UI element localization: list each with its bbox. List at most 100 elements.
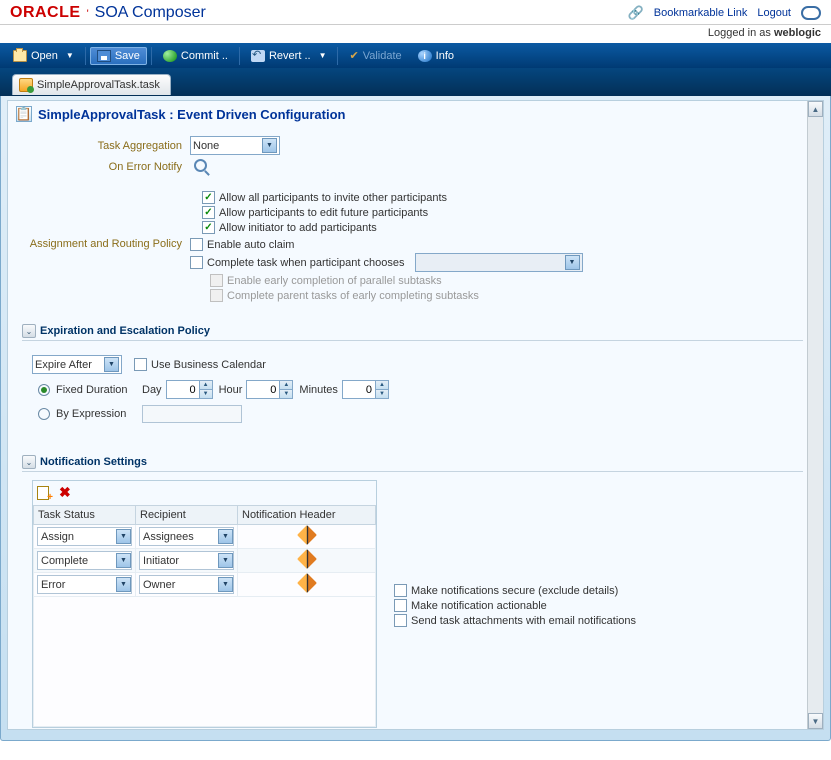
expiration-header[interactable]: ⌄ Expiration and Escalation Policy <box>22 322 803 341</box>
logged-prefix: Logged in as <box>708 27 774 39</box>
scrollbar[interactable]: ▲ ▼ <box>807 101 823 729</box>
edit-pencil-icon[interactable] <box>297 573 317 593</box>
chevron-down-icon: ▼ <box>262 138 277 153</box>
chk-complete-when-label: Complete task when participant chooses <box>207 257 405 269</box>
logout-link[interactable]: Logout <box>757 7 791 19</box>
chk-initiator-add-box[interactable] <box>202 221 215 234</box>
col-recipient: Recipient <box>136 506 238 525</box>
by-expression-input[interactable] <box>142 405 242 423</box>
chevron-down-icon: ▼ <box>116 577 131 592</box>
logged-user: weblogic <box>774 27 821 39</box>
commit-button[interactable]: Commit .. <box>156 47 235 65</box>
recipient-select[interactable]: Initiator▼ <box>139 551 234 570</box>
edit-pencil-icon[interactable] <box>297 525 317 545</box>
scroll-down-icon[interactable]: ▼ <box>808 713 823 729</box>
fixed-duration-radio[interactable] <box>38 384 50 396</box>
task-file-icon <box>19 78 33 92</box>
revert-icon <box>251 50 265 62</box>
spin-up-icon[interactable]: ▲ <box>280 381 292 390</box>
expire-mode-select[interactable]: Expire After ▼ <box>32 355 122 374</box>
minutes-input[interactable] <box>343 381 375 398</box>
bookmarkable-link[interactable]: Bookmarkable Link <box>654 7 748 19</box>
use-bus-cal-box[interactable] <box>134 358 147 371</box>
chevron-down-icon: ▼ <box>116 529 131 544</box>
on-error-search-icon[interactable] <box>194 159 210 175</box>
chevron-down-icon: ▼ <box>116 553 131 568</box>
opt-actionable-box[interactable] <box>394 599 407 612</box>
oracle-logo: ORACLE <box>10 4 81 22</box>
expiration-title: Expiration and Escalation Policy <box>40 325 210 337</box>
chk-edit-future-box[interactable] <box>202 206 215 219</box>
chk-edit-future-label: Allow participants to edit future partic… <box>219 207 428 219</box>
opt-secure-label: Make notifications secure (exclude detai… <box>411 585 618 597</box>
chk-allow-invite-box[interactable] <box>202 191 215 204</box>
notification-body: ✖ Task Status Recipient Notification Hea… <box>22 472 803 635</box>
table-empty-area <box>34 597 376 727</box>
panel-body: Task Aggregation None ▼ On Error Notify … <box>8 126 823 641</box>
file-tab[interactable]: SimpleApprovalTask.task <box>12 74 171 95</box>
task-aggregation-row: Task Aggregation None ▼ <box>22 136 803 155</box>
spin-up-icon[interactable]: ▲ <box>200 381 212 390</box>
main-toolbar: Open▼ Save Commit .. Revert ..▼ ✔Validat… <box>0 43 831 68</box>
status-select[interactable]: Error ▼ <box>37 575 132 594</box>
tab-strip: SimpleApprovalTask.task <box>0 68 831 96</box>
collapse-icon[interactable]: ⌄ <box>22 455 36 469</box>
opt-attachments-label: Send task attachments with email notific… <box>411 615 636 627</box>
scroll-up-icon[interactable]: ▲ <box>808 101 823 117</box>
fixed-duration-row: Fixed Duration Day ▲▼ Hour ▲▼ Minutes ▲▼ <box>38 380 793 399</box>
help-icon[interactable] <box>801 6 821 20</box>
notification-section: ⌄ Notification Settings ✖ Task Status Re… <box>22 453 803 635</box>
complete-when-select[interactable]: ▼ <box>415 253 583 272</box>
recipient-select[interactable]: Assignees▼ <box>139 527 234 546</box>
day-input[interactable] <box>167 381 199 398</box>
status-select[interactable]: Assign▼ <box>37 527 132 546</box>
opt-attachments-box[interactable] <box>394 614 407 627</box>
collapse-icon[interactable]: ⌄ <box>22 324 36 338</box>
chk-auto-claim-box[interactable] <box>190 238 203 251</box>
toolbar-separator <box>239 47 240 65</box>
table-row: Error ▼ Owner▼ <box>34 573 376 597</box>
app-header: ORACLE' SOA Composer 🔗 Bookmarkable Link… <box>0 0 831 25</box>
chk-complete-parent-box <box>210 289 223 302</box>
minutes-spinner[interactable]: ▲▼ <box>342 380 389 399</box>
save-button[interactable]: Save <box>90 47 147 65</box>
edit-pencil-icon[interactable] <box>297 549 317 569</box>
revert-button[interactable]: Revert ..▼ <box>244 47 334 65</box>
chk-edit-future: Allow participants to edit future partic… <box>202 206 803 219</box>
expiration-section: ⌄ Expiration and Escalation Policy Expir… <box>22 322 803 435</box>
chk-initiator-add: Allow initiator to add participants <box>202 221 803 234</box>
hour-input[interactable] <box>247 381 279 398</box>
open-icon <box>13 50 27 62</box>
chk-initiator-add-label: Allow initiator to add participants <box>219 222 377 234</box>
by-expression-label: By Expression <box>56 408 136 420</box>
add-notification-icon[interactable] <box>37 486 51 500</box>
delete-notification-icon[interactable]: ✖ <box>59 486 73 500</box>
open-button[interactable]: Open▼ <box>6 47 81 65</box>
spin-up-icon[interactable]: ▲ <box>376 381 388 390</box>
recipient-select[interactable]: Owner▼ <box>139 575 234 594</box>
spin-down-icon[interactable]: ▼ <box>280 390 292 398</box>
hour-spinner[interactable]: ▲▼ <box>246 380 293 399</box>
validate-button[interactable]: ✔Validate <box>342 46 408 65</box>
app-name: SOA Composer <box>95 4 206 22</box>
spin-down-icon[interactable]: ▼ <box>376 390 388 398</box>
opt-secure-box[interactable] <box>394 584 407 597</box>
header-right: 🔗 Bookmarkable Link Logout <box>628 5 821 21</box>
status-value: Error <box>41 579 65 591</box>
chk-complete-when-box[interactable] <box>190 256 203 269</box>
day-spinner[interactable]: ▲▼ <box>166 380 213 399</box>
by-expression-radio[interactable] <box>38 408 50 420</box>
expiration-body: Expire After ▼ Use Business Calendar Fix… <box>22 341 803 435</box>
spin-down-icon[interactable]: ▼ <box>200 390 212 398</box>
notification-header[interactable]: ⌄ Notification Settings <box>22 453 803 472</box>
expire-mode-value: Expire After <box>35 359 92 371</box>
chevron-down-icon: ▼ <box>218 577 233 592</box>
toolbar-separator <box>337 47 338 65</box>
info-button[interactable]: iInfo <box>411 47 461 65</box>
commit-label: Commit .. <box>181 50 228 62</box>
chevron-down-icon: ▼ <box>104 357 119 372</box>
status-select[interactable]: Complete▼ <box>37 551 132 570</box>
task-config-icon: 📋 <box>16 106 32 122</box>
task-aggregation-select[interactable]: None ▼ <box>190 136 280 155</box>
task-aggregation-label: Task Aggregation <box>22 140 190 152</box>
